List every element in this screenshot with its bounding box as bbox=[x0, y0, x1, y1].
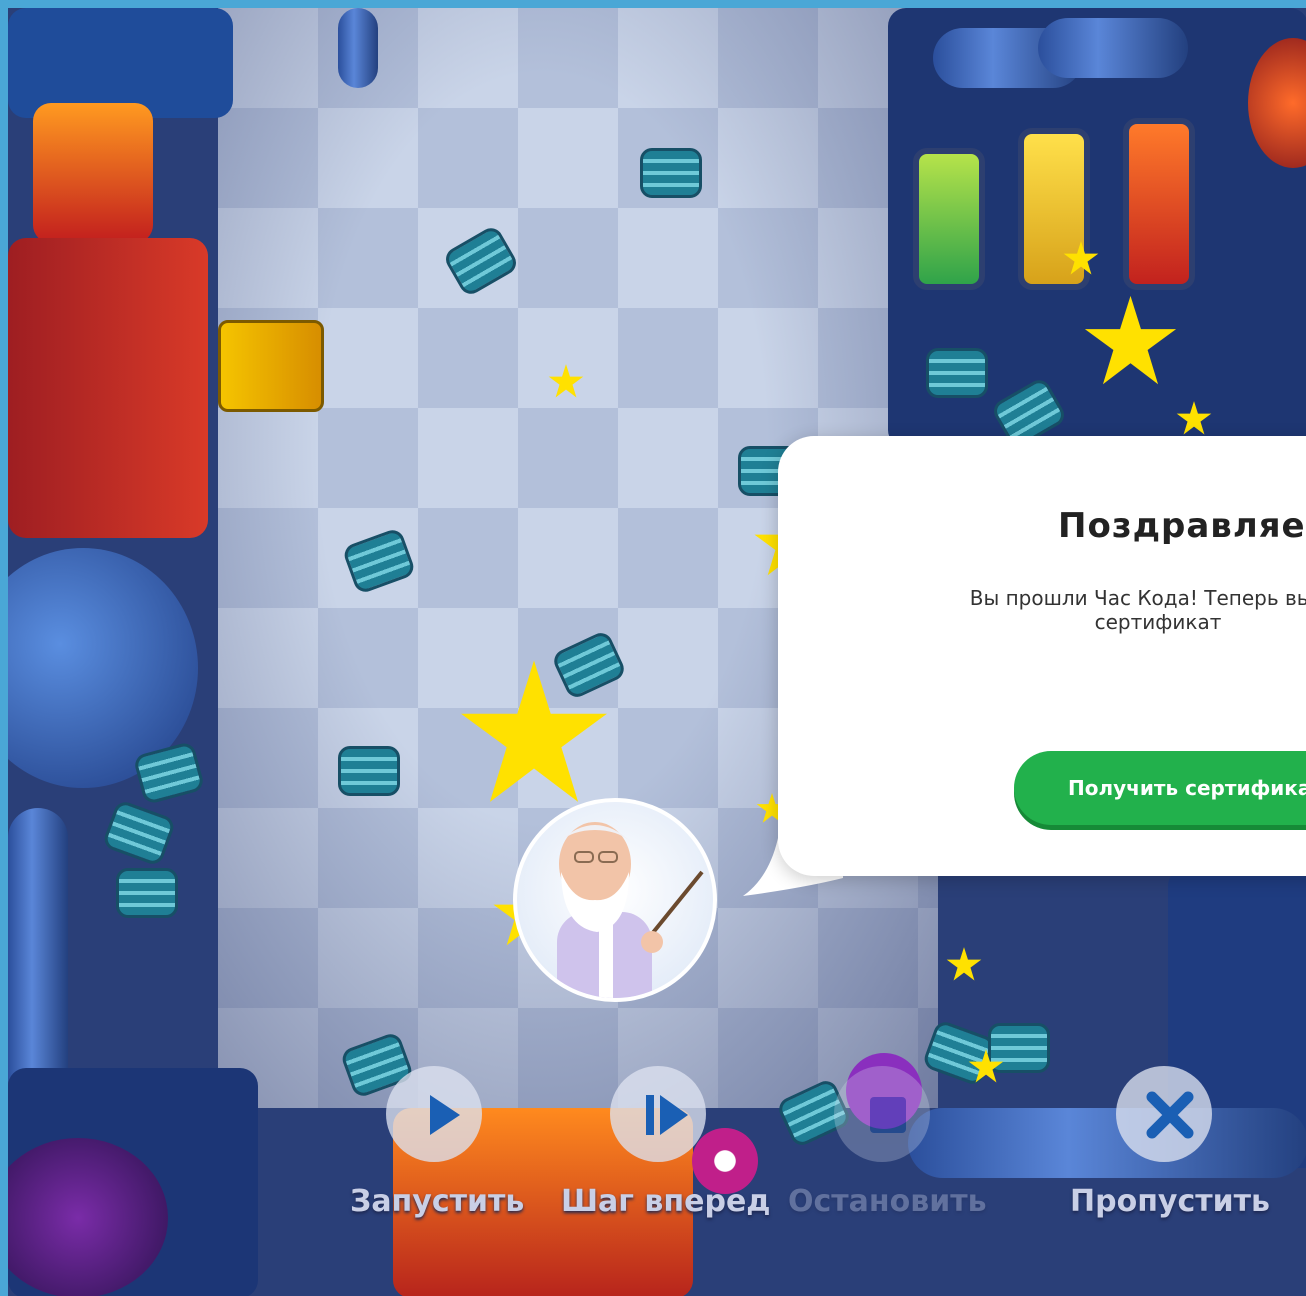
coil-item bbox=[926, 348, 988, 398]
get-certificate-button[interactable]: Получить сертификат bbox=[1014, 751, 1306, 825]
step-forward-label: Шаг вперед bbox=[561, 1184, 771, 1219]
coil-item bbox=[338, 746, 400, 796]
dialog-title: Поздравляем! bbox=[1058, 506, 1306, 546]
star-icon bbox=[1063, 240, 1099, 276]
dialog-message: Вы прошли Час Кода! Теперь вы мо сертифи… bbox=[898, 586, 1306, 634]
step-forward-icon bbox=[646, 1095, 688, 1135]
star-icon bbox=[1083, 293, 1178, 388]
tank-robot bbox=[218, 320, 324, 412]
skip-label: Пропустить bbox=[1070, 1184, 1271, 1219]
star-icon bbox=[1176, 400, 1212, 436]
left-red-wall bbox=[8, 238, 208, 538]
right-bottom-pipe bbox=[908, 1108, 1306, 1178]
step-forward-button[interactable] bbox=[610, 1066, 706, 1162]
coil-item bbox=[101, 798, 177, 868]
left-machine-top bbox=[8, 8, 233, 118]
stop-label: Остановить bbox=[788, 1184, 987, 1219]
right-pipe-arch-2 bbox=[1038, 18, 1188, 78]
star-icon bbox=[968, 1048, 1004, 1084]
congratulations-dialog: Поздравляем! Вы прошли Час Кода! Теперь … bbox=[778, 436, 1306, 876]
scientist-icon bbox=[557, 822, 704, 998]
dialog-message-line-1: Вы прошли Час Кода! Теперь вы мо bbox=[969, 586, 1306, 610]
star-icon bbox=[548, 363, 584, 399]
run-button[interactable] bbox=[386, 1066, 482, 1162]
left-furnace bbox=[33, 103, 153, 243]
run-label: Запустить bbox=[350, 1184, 525, 1219]
close-icon bbox=[1146, 1091, 1194, 1139]
stop-icon bbox=[870, 1097, 906, 1133]
stop-button[interactable] bbox=[834, 1066, 930, 1162]
red-tube bbox=[1123, 118, 1195, 290]
skip-button[interactable] bbox=[1116, 1066, 1212, 1162]
star-icon bbox=[458, 656, 610, 808]
top-pipe bbox=[338, 8, 378, 88]
star-icon bbox=[946, 946, 982, 982]
left-pipe bbox=[8, 808, 68, 1108]
dialog-message-line-2: сертификат bbox=[1094, 610, 1222, 634]
scientist-avatar bbox=[513, 798, 717, 1002]
green-tube bbox=[913, 148, 985, 290]
coil-item bbox=[116, 868, 178, 918]
play-icon bbox=[430, 1095, 460, 1135]
coil-item bbox=[640, 148, 702, 198]
game-stage: Поздравляем! Вы прошли Час Кода! Теперь … bbox=[8, 8, 1306, 1296]
